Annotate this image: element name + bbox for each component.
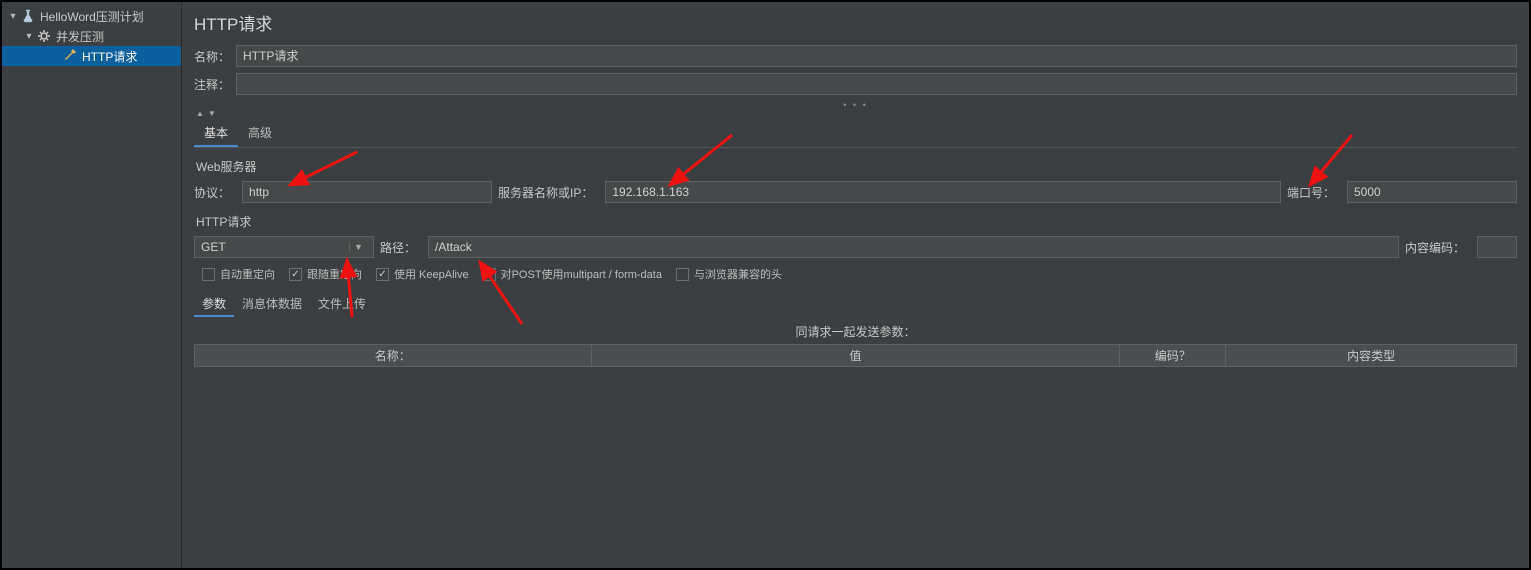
page-title: HTTP请求 bbox=[194, 10, 1517, 35]
expand-toggles[interactable]: ▲▼ bbox=[194, 109, 1517, 118]
th-name[interactable]: 名称： bbox=[195, 345, 592, 367]
sidebar-tree: ▾ HelloWord压测计划 ▾ 并发压测 HTTP请求 bbox=[2, 2, 182, 568]
http-request-section-title: HTTP请求 bbox=[196, 213, 1517, 230]
tree-label: HTTP请求 bbox=[82, 48, 137, 65]
tab-basic[interactable]: 基本 bbox=[194, 120, 238, 147]
th-content-type[interactable]: 内容类型 bbox=[1226, 345, 1517, 367]
th-encode[interactable]: 编码？ bbox=[1120, 345, 1226, 367]
flask-icon bbox=[20, 8, 36, 24]
checkbox-keep-alive[interactable]: ✓使用 KeepAlive bbox=[376, 266, 469, 282]
port-label: 端口号： bbox=[1287, 184, 1335, 201]
server-input[interactable]: 192.168.1.163 bbox=[605, 181, 1281, 203]
tab-advanced[interactable]: 高级 bbox=[238, 120, 282, 147]
chevron-down-icon: ▼ bbox=[349, 242, 367, 252]
server-label: 服务器名称或IP： bbox=[498, 184, 593, 201]
path-label: 路径： bbox=[380, 239, 416, 256]
sub-tab-body[interactable]: 消息体数据 bbox=[234, 292, 310, 317]
path-input[interactable]: /Attack bbox=[428, 236, 1399, 258]
sub-tab-params[interactable]: 参数 bbox=[194, 292, 234, 317]
sub-tabs: 参数 消息体数据 文件上传 bbox=[194, 292, 1517, 317]
tree-item-plan[interactable]: ▾ HelloWord压测计划 bbox=[2, 6, 181, 26]
checkbox-browser-compat[interactable]: 与浏览器兼容的头 bbox=[676, 266, 782, 282]
comment-input[interactable] bbox=[236, 73, 1517, 95]
params-table: 名称： 值 编码？ 内容类型 bbox=[194, 344, 1517, 367]
method-value: GET bbox=[201, 240, 226, 254]
params-title: 同请求一起发送参数： bbox=[194, 323, 1517, 340]
protocol-label: 协议： bbox=[194, 184, 230, 201]
gear-icon bbox=[36, 28, 52, 44]
dropper-icon bbox=[62, 48, 78, 64]
port-input[interactable]: 5000 bbox=[1347, 181, 1517, 203]
web-server-section-title: Web服务器 bbox=[196, 158, 1517, 175]
tabs: 基本 高级 bbox=[194, 120, 1517, 148]
caret-down-icon: ▾ bbox=[24, 31, 34, 42]
caret-down-icon: ▾ bbox=[8, 11, 18, 22]
comment-label: 注释： bbox=[194, 76, 230, 93]
tree-item-thread-group[interactable]: ▾ 并发压测 bbox=[2, 26, 181, 46]
sub-tab-files[interactable]: 文件上传 bbox=[310, 292, 374, 317]
protocol-input[interactable]: http bbox=[242, 181, 492, 203]
method-select[interactable]: GET ▼ bbox=[194, 236, 374, 258]
tree-item-http-request[interactable]: HTTP请求 bbox=[2, 46, 181, 66]
tree-label: HelloWord压测计划 bbox=[40, 8, 144, 25]
horizontal-drag-handle[interactable]: • • • bbox=[194, 101, 1517, 109]
params-body[interactable] bbox=[194, 367, 1517, 527]
th-value[interactable]: 值 bbox=[591, 345, 1120, 367]
encoding-label: 内容编码： bbox=[1405, 239, 1465, 256]
tree-label: 并发压测 bbox=[56, 28, 104, 45]
main-panel: ••• HTTP请求 名称： HTTP请求 注释： • • • ▲▼ 基本 高级… bbox=[182, 2, 1529, 568]
vertical-drag-handle[interactable]: ••• bbox=[182, 285, 185, 294]
checkbox-auto-redirect[interactable]: 自动重定向 bbox=[202, 266, 275, 282]
checkbox-follow-redirect[interactable]: ✓跟随重定向 bbox=[289, 266, 362, 282]
checkbox-multipart[interactable]: 对POST使用multipart / form-data bbox=[483, 266, 662, 282]
encoding-input[interactable] bbox=[1477, 236, 1517, 258]
name-label: 名称： bbox=[194, 48, 230, 65]
name-input[interactable]: HTTP请求 bbox=[236, 45, 1517, 67]
